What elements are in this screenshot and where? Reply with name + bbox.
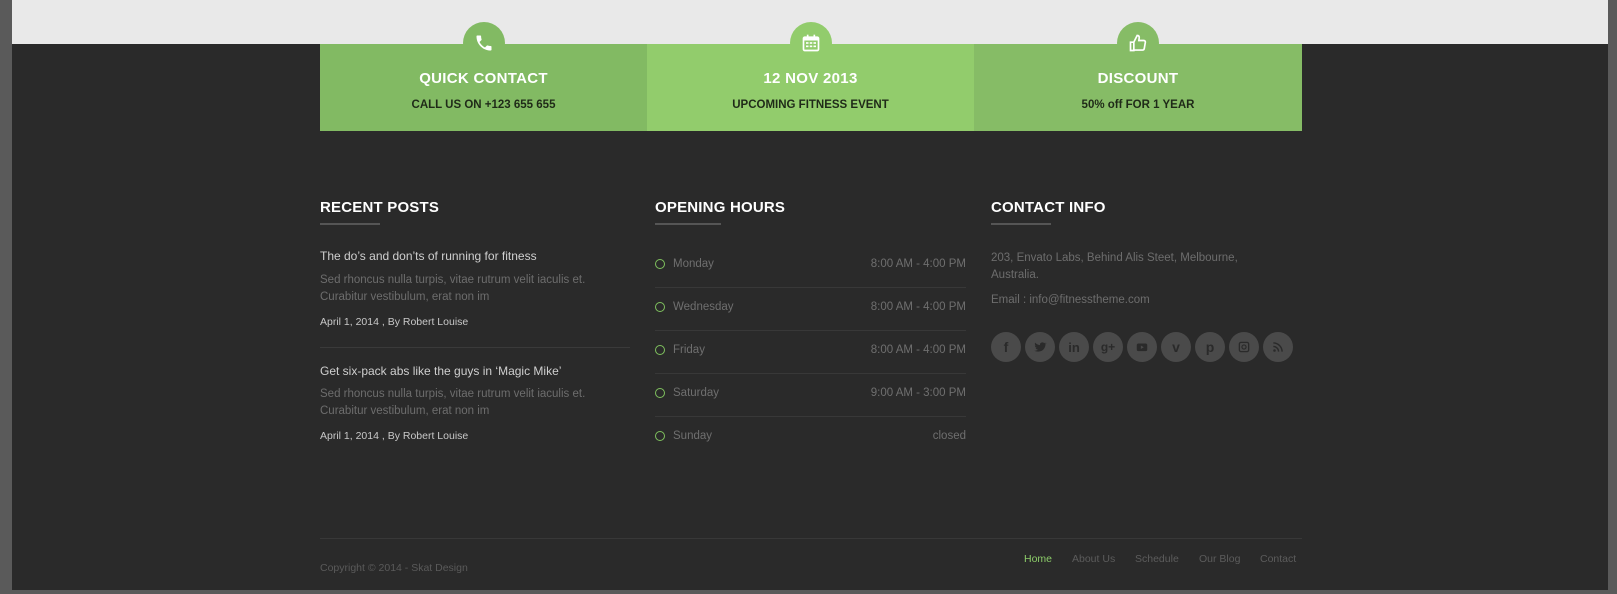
hours-day: Friday <box>673 344 705 356</box>
hours-time: 8:00 AM - 4:00 PM <box>870 344 966 356</box>
facebook-icon[interactable]: f <box>991 332 1021 362</box>
clock-icon <box>655 388 665 398</box>
post-divider <box>320 347 630 348</box>
footer-nav-about-us[interactable]: About Us <box>1072 553 1115 565</box>
rss-icon[interactable] <box>1263 332 1293 362</box>
hours-time: 8:00 AM - 4:00 PM <box>870 301 966 313</box>
instagram-icon[interactable] <box>1229 332 1259 362</box>
promo-quick-contact: QUICK CONTACT CALL US ON +123 655 655 <box>320 22 647 131</box>
hours-row: Wednesday 8:00 AM - 4:00 PM <box>655 287 966 331</box>
footer-divider <box>320 538 1302 539</box>
hours-day: Saturday <box>673 387 720 399</box>
post-title-link[interactable]: The do’s and don’ts of running for fitne… <box>320 249 537 263</box>
hours-row: Sunday closed <box>655 416 966 459</box>
hours-time: 8:00 AM - 4:00 PM <box>870 258 966 270</box>
footer-nav-our-blog[interactable]: Our Blog <box>1199 553 1240 565</box>
hours-row: Friday 8:00 AM - 4:00 PM <box>655 330 966 374</box>
hours-row: Monday 8:00 AM - 4:00 PM <box>655 244 966 288</box>
clock-icon <box>655 259 665 269</box>
footer-nav-home[interactable]: Home <box>1024 553 1052 565</box>
contact-email[interactable]: Email : info@fitnesstheme.com <box>991 292 1276 309</box>
promo-subtitle: 50% off FOR 1 YEAR <box>1081 99 1195 111</box>
post-meta: April 1, 2014 , By Robert Louise <box>320 430 469 442</box>
clock-icon <box>655 302 665 312</box>
hours-day: Wednesday <box>673 301 734 313</box>
heading-underline <box>655 223 721 225</box>
post-excerpt: Sed rhoncus nulla turpis, vitae rutrum v… <box>320 274 586 303</box>
heading-underline <box>991 223 1051 225</box>
copyright-text: Copyright © 2014 - Skat Design <box>320 562 468 574</box>
promo-title: QUICK CONTACT <box>419 70 548 87</box>
hours-row: Saturday 9:00 AM - 3:00 PM <box>655 373 966 417</box>
contact-info-heading: CONTACT INFO <box>991 199 1106 216</box>
twitter-icon[interactable] <box>1025 332 1055 362</box>
clock-icon <box>655 345 665 355</box>
page-frame: QUICK CONTACT CALL US ON +123 655 655 12… <box>12 0 1608 590</box>
footer-nav-schedule[interactable]: Schedule <box>1135 553 1179 565</box>
footer-nav-contact[interactable]: Contact <box>1260 553 1296 565</box>
thumbs-up-icon <box>1117 22 1159 64</box>
post-excerpt: Sed rhoncus nulla turpis, vitae rutrum v… <box>320 388 586 417</box>
hours-time: 9:00 AM - 3:00 PM <box>870 387 966 399</box>
hours-day: Sunday <box>673 430 713 442</box>
vimeo-icon[interactable]: v <box>1161 332 1191 362</box>
youtube-icon[interactable] <box>1127 332 1157 362</box>
phone-icon <box>462 22 505 64</box>
linkedin-icon[interactable]: in <box>1059 332 1089 362</box>
contact-address: 203, Envato Labs, Behind Alis Steet, Mel… <box>991 252 1238 281</box>
promo-subtitle: CALL US ON +123 655 655 <box>411 99 556 111</box>
clock-icon <box>655 431 665 441</box>
recent-posts-heading: RECENT POSTS <box>320 199 440 216</box>
calendar-icon <box>789 22 832 64</box>
heading-underline <box>320 223 380 225</box>
hours-day: Monday <box>673 258 714 270</box>
google-plus-icon[interactable]: g+ <box>1093 332 1123 362</box>
promo-subtitle: UPCOMING FITNESS EVENT <box>732 99 889 111</box>
hours-time: closed <box>932 430 966 442</box>
promo-title: DISCOUNT <box>1097 70 1179 87</box>
opening-hours-heading: OPENING HOURS <box>655 199 786 216</box>
pinterest-icon[interactable]: p <box>1195 332 1225 362</box>
promo-title: 12 NOV 2013 <box>763 70 858 87</box>
promo-discount: DISCOUNT 50% off FOR 1 YEAR <box>974 22 1302 131</box>
promo-event: 12 NOV 2013 UPCOMING FITNESS EVENT <box>647 22 974 131</box>
post-meta: April 1, 2014 , By Robert Louise <box>320 316 469 328</box>
post-title-link[interactable]: Get six-pack abs like the guys in ‘Magic… <box>320 364 561 378</box>
